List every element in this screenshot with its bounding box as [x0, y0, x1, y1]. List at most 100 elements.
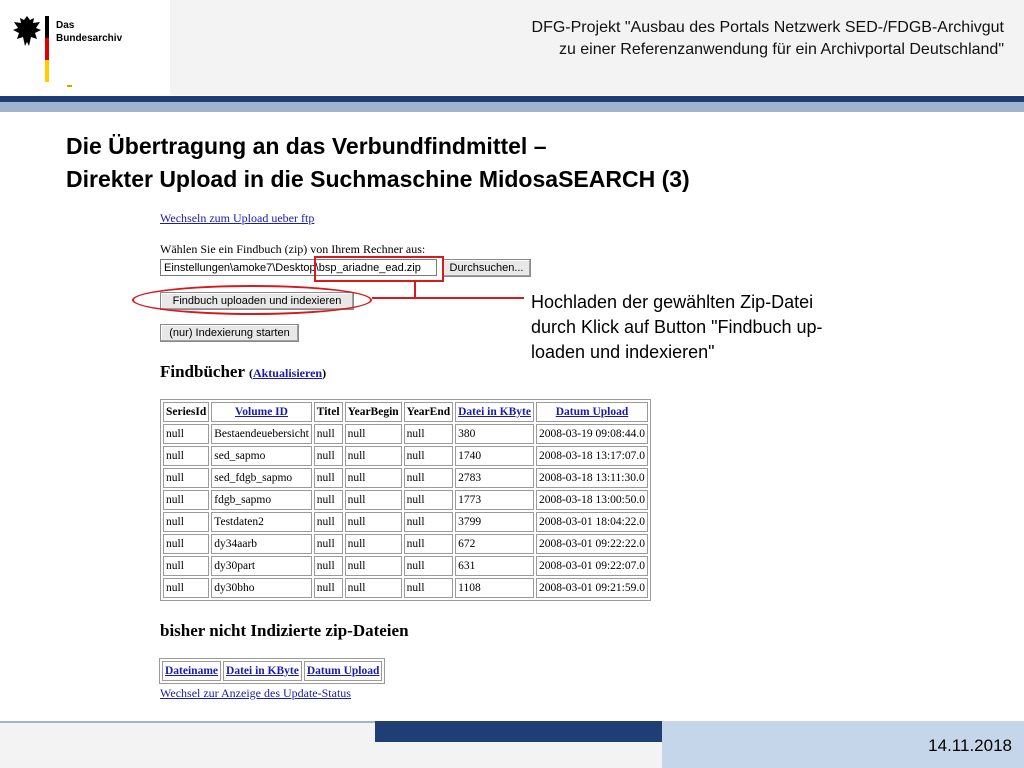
findbuecher-heading: Findbücher (Aktualisieren)	[160, 362, 326, 382]
table-row: null sed_fdgb_sapmo null null null 2783 …	[163, 468, 649, 488]
slide-title-line-2: Direkter Upload in die Suchmaschine Mido…	[66, 166, 690, 192]
cell-yearend: null	[403, 534, 454, 554]
cell-filesize: 631	[455, 556, 534, 576]
logo-text: Das Bundesarchiv	[56, 19, 122, 45]
cell-volume-id: Bestaendeuebersicht	[211, 424, 312, 444]
cell-seriesid: null	[163, 490, 210, 510]
cell-yearbegin: null	[344, 512, 402, 532]
cell-yearbegin: null	[344, 490, 402, 510]
cell-volume-id: dy30bho	[211, 578, 312, 598]
cell-seriesid: null	[163, 424, 210, 444]
findbuecher-title: Findbücher	[160, 362, 245, 381]
cell-filesize: 2783	[455, 468, 534, 488]
cell-upload-date: 2008-03-01 18:04:22.0	[535, 512, 649, 532]
cell-volume-id: Testdaten2	[211, 512, 312, 532]
table-row: null dy30bho null null null 1108 2008-03…	[163, 578, 649, 598]
cell-yearbegin: null	[344, 446, 402, 466]
col-header-yearend: YearEnd	[403, 402, 454, 422]
col-header-filename[interactable]: Dateiname	[162, 661, 222, 681]
choose-file-label: Wählen Sie ein Findbuch (zip) von Ihrem …	[160, 242, 426, 256]
cell-titel: null	[313, 446, 343, 466]
header-stripe-dark	[0, 96, 1024, 102]
callout-text: Hochladen der gewählten Zip-Datei durch …	[531, 290, 823, 365]
cell-titel: null	[313, 534, 343, 554]
table-header-row: SeriesId Volume ID Titel YearBegin YearE…	[163, 402, 649, 422]
upload-button-highlight-ellipse	[132, 285, 372, 315]
col-header-upload-date[interactable]: Datum Upload	[303, 661, 383, 681]
start-indexing-button[interactable]: (nur) Indexierung starten	[160, 324, 299, 342]
cell-volume-id: sed_sapmo	[211, 446, 312, 466]
filename-highlight-box	[314, 256, 444, 282]
cell-upload-date: 2008-03-19 09:08:44.0	[535, 424, 649, 444]
cell-yearbegin: null	[344, 468, 402, 488]
cell-yearend: null	[403, 446, 454, 466]
cell-volume-id: sed_fdgb_sapmo	[211, 468, 312, 488]
flag-stripe	[45, 16, 49, 82]
callout-line-3: loaden und indexieren"	[531, 342, 715, 362]
cell-volume-id: fdgb_sapmo	[211, 490, 312, 510]
cell-yearend: null	[403, 490, 454, 510]
cell-titel: null	[313, 468, 343, 488]
cell-titel: null	[313, 490, 343, 510]
cell-yearbegin: null	[344, 578, 402, 598]
table-row: null fdgb_sapmo null null null 1773 2008…	[163, 490, 649, 510]
table-row: null dy34aarb null null null 672 2008-03…	[163, 534, 649, 554]
cell-filesize: 672	[455, 534, 534, 554]
header-title-line-1: DFG-Projekt "Ausbau des Portals Netzwerk…	[531, 19, 1004, 36]
callout-line-2: durch Klick auf Button "Findbuch up-	[531, 317, 823, 337]
cell-titel: null	[313, 512, 343, 532]
footer-date: 14.11.2018	[928, 736, 1012, 755]
cell-yearend: null	[403, 512, 454, 532]
cell-filesize: 380	[455, 424, 534, 444]
cell-yearend: null	[403, 578, 454, 598]
callout-line-1: Hochladen der gewählten Zip-Datei	[531, 292, 814, 312]
paren-close: )	[322, 366, 327, 380]
col-header-seriesid: SeriesId	[163, 402, 210, 422]
cell-upload-date: 2008-03-18 13:11:30.0	[535, 468, 649, 488]
table-row: null Bestaendeuebersicht null null null …	[163, 424, 649, 444]
col-header-upload-date[interactable]: Datum Upload	[535, 402, 649, 422]
table-header-row: Dateiname Datei in KByte Datum Upload	[162, 661, 383, 681]
col-header-filesize[interactable]: Datei in KByte	[223, 661, 302, 681]
cell-yearbegin: null	[344, 424, 402, 444]
cell-yearend: null	[403, 424, 454, 444]
logo-line-2: Bundesarchiv	[56, 33, 123, 44]
cell-yearend: null	[403, 468, 454, 488]
cell-titel: null	[313, 424, 343, 444]
cell-seriesid: null	[163, 578, 210, 598]
connector-line-horizontal	[372, 297, 524, 299]
col-header-filesize[interactable]: Datei in KByte	[455, 402, 534, 422]
cell-filesize: 3799	[455, 512, 534, 532]
cell-seriesid: null	[163, 468, 210, 488]
cell-seriesid: null	[163, 512, 210, 532]
ftp-upload-link[interactable]: Wechseln zum Upload ueber ftp	[160, 211, 314, 226]
bundesarchiv-logo: Das Bundesarchiv	[0, 0, 170, 95]
table-row: null sed_sapmo null null null 1740 2008-…	[163, 446, 649, 466]
cell-volume-id: dy34aarb	[211, 534, 312, 554]
col-header-yearbegin: YearBegin	[344, 402, 402, 422]
cell-filesize: 1740	[455, 446, 534, 466]
header-title-line-2: zu einer Referenzanwendung für ein Archi…	[558, 41, 1004, 58]
refresh-link[interactable]: Aktualisieren	[253, 366, 322, 380]
cell-upload-date: 2008-03-01 09:22:22.0	[535, 534, 649, 554]
cell-titel: null	[313, 556, 343, 576]
connector-line-vertical	[414, 282, 416, 298]
cell-yearbegin: null	[344, 556, 402, 576]
unindexed-heading: bisher nicht Indizierte zip-Dateien	[160, 621, 409, 640]
cell-filesize: 1773	[455, 490, 534, 510]
cell-seriesid: null	[163, 446, 210, 466]
update-status-link[interactable]: Wechsel zur Anzeige des Update-Status	[160, 686, 351, 701]
cell-volume-id: dy30part	[211, 556, 312, 576]
cell-seriesid: null	[163, 556, 210, 576]
slide-title-line-1: Die Übertragung an das Verbundfindmittel…	[66, 133, 547, 159]
logo-accent	[67, 85, 72, 87]
slide-title: Die Übertragung an das Verbundfindmittel…	[66, 130, 690, 196]
cell-titel: null	[313, 578, 343, 598]
federal-eagle-icon	[13, 16, 41, 46]
cell-yearend: null	[403, 556, 454, 576]
findbuecher-table: SeriesId Volume ID Titel YearBegin YearE…	[160, 399, 652, 601]
unindexed-table: Dateiname Datei in KByte Datum Upload	[159, 658, 386, 684]
header-title: DFG-Projekt "Ausbau des Portals Netzwerk…	[532, 17, 1004, 61]
col-header-volume-id[interactable]: Volume ID	[211, 402, 312, 422]
browse-button[interactable]: Durchsuchen...	[442, 259, 531, 277]
